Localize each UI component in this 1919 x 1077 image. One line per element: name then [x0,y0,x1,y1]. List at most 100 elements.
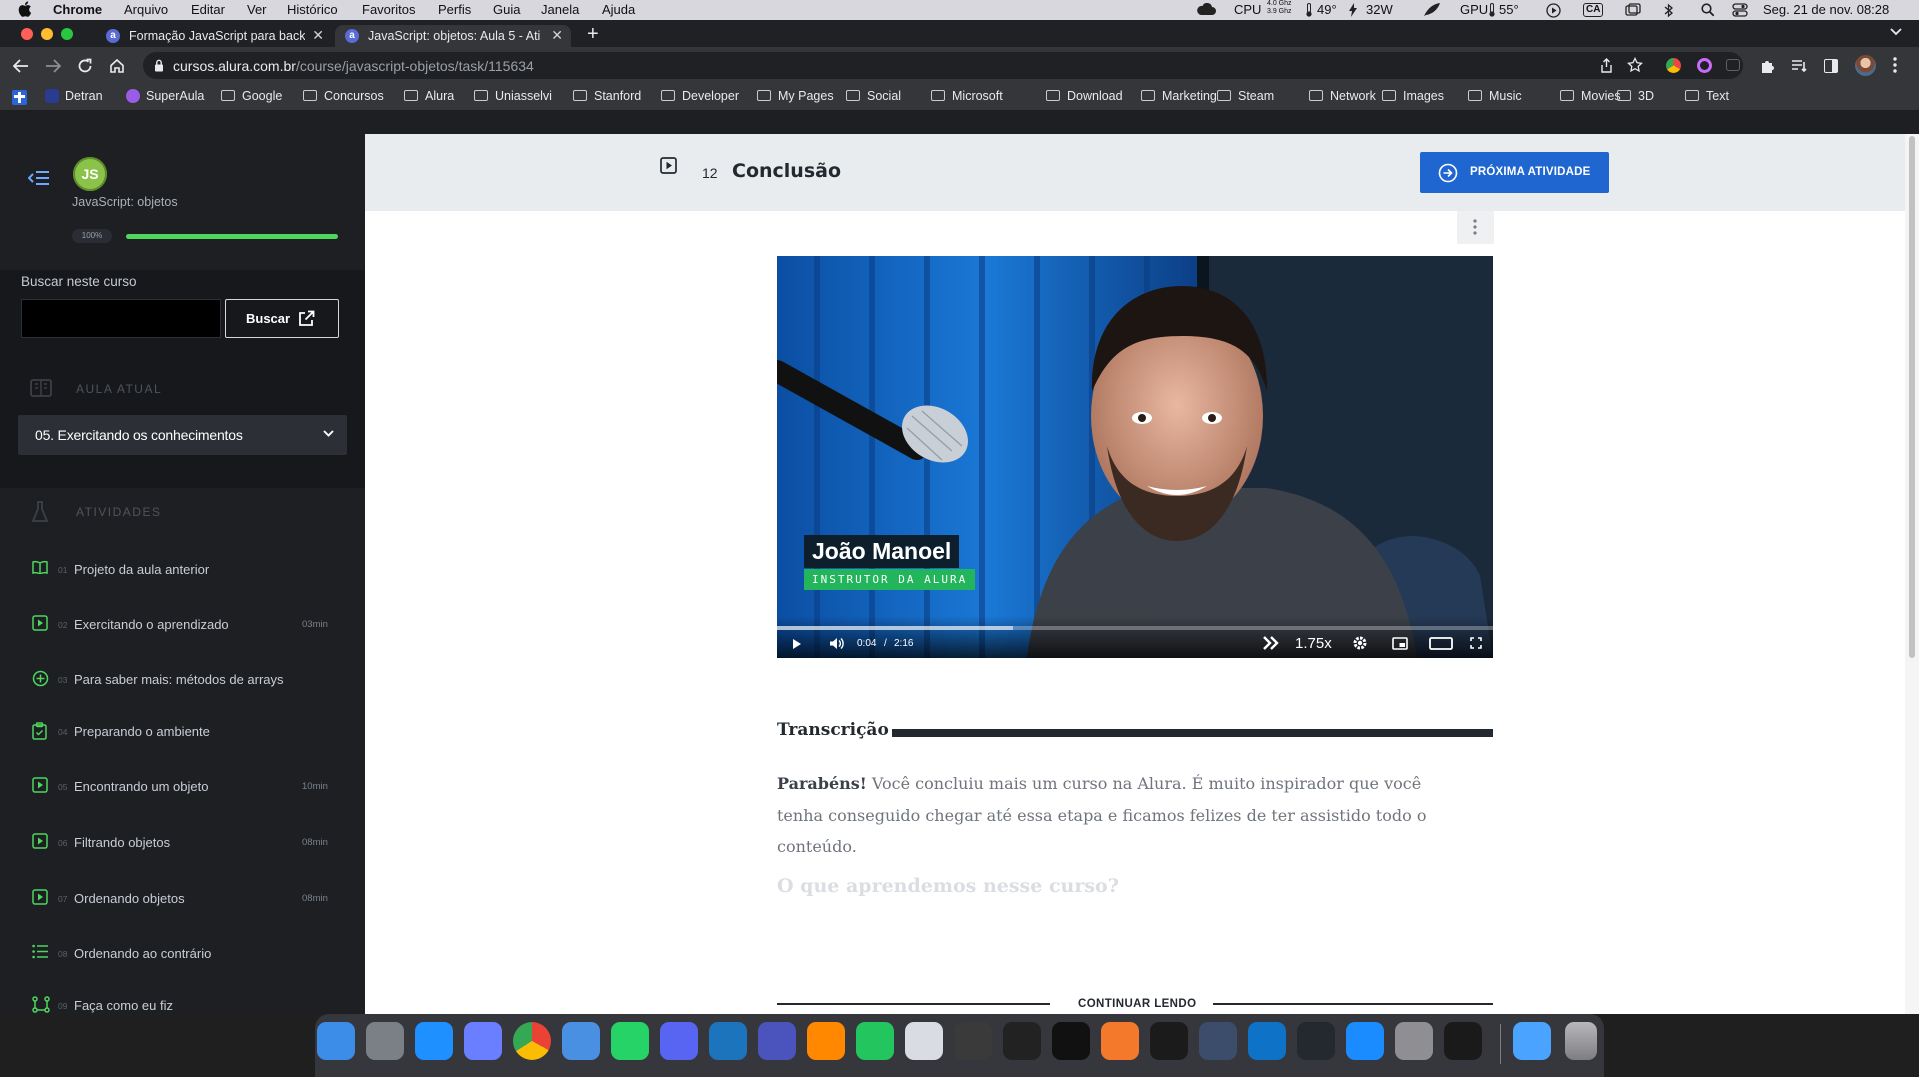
github-icon[interactable] [1297,1022,1335,1060]
activity-item[interactable]: 06 Filtrando objetos 08min [0,833,365,855]
telegram-icon[interactable] [709,1022,747,1060]
extension-icon[interactable] [1666,58,1681,73]
apps-icon[interactable] [12,90,27,105]
menu-ajuda[interactable]: Ajuda [602,2,635,17]
chrome-icon[interactable] [513,1022,551,1060]
activity-item[interactable]: 03 Para saber mais: métodos de arrays [0,670,365,692]
puzzle-icon[interactable] [1760,58,1776,74]
volume-icon[interactable] [829,637,844,650]
scrollbar-thumb[interactable] [1909,136,1915,658]
terminal-icon[interactable] [1444,1022,1482,1060]
search-icon[interactable] [1701,3,1715,17]
vpn-icon[interactable] [464,1022,502,1060]
bookmark-folder[interactable]: Concursos [303,89,384,103]
bookmark-folder[interactable]: Developer [661,89,739,103]
current-lesson-dropdown[interactable]: 05. Exercitando os conhecimentos [18,415,347,455]
search-input[interactable] [21,299,221,338]
launchpad-icon[interactable] [366,1022,404,1060]
video-player[interactable]: João Manoel INSTRUTOR DA ALURA 0:04 / 2:… [777,256,1493,658]
bookmark-folder[interactable]: Music [1468,89,1522,103]
bookmark-superaula[interactable]: SuperAula [126,89,204,103]
play-icon[interactable] [792,638,802,650]
bookmark-folder[interactable]: Stanford [573,89,641,103]
close-tab-icon[interactable]: ✕ [312,27,324,44]
settings-icon[interactable] [1395,1022,1433,1060]
menu-ver[interactable]: Ver [247,2,267,17]
bookmark-detran[interactable]: Detran [45,89,103,103]
next-activity-button[interactable]: PRÓXIMA ATIVIDADE [1420,152,1609,193]
play-circle-icon[interactable] [1546,3,1561,18]
activity-item[interactable]: 08 Ordenando ao contrário [0,944,365,966]
fusion-icon[interactable] [1199,1022,1237,1060]
teams-icon[interactable] [758,1022,796,1060]
whatsapp-icon[interactable] [611,1022,649,1060]
feather-icon[interactable] [1423,2,1441,17]
share-icon[interactable] [1600,58,1613,73]
bookmark-folder[interactable]: Marketing [1141,89,1217,103]
collapse-menu-icon[interactable] [28,170,50,186]
activity-item[interactable]: 01 Projeto da aula anterior [0,560,365,582]
finder-icon[interactable] [317,1022,355,1060]
activity-item[interactable]: 05 Encontrando um objeto 10min [0,777,365,799]
address-bar[interactable]: cursos.alura.com.br/course/javascript-ob… [143,52,1743,79]
menu-arquivo[interactable]: Arquivo [124,2,168,17]
tab-formacao[interactable]: a Formação JavaScript para back-end ✕ [96,25,332,47]
home-icon[interactable] [109,58,125,74]
minimize-window-button[interactable] [41,28,53,40]
menu-janela[interactable]: Janela [541,2,579,17]
menu-editar[interactable]: Editar [191,2,225,17]
settings-gear-icon[interactable] [1352,635,1368,651]
bookmark-folder[interactable]: Steam [1217,89,1274,103]
lock-icon[interactable] [154,59,164,72]
control-center-icon[interactable] [1732,3,1748,17]
fullscreen-icon[interactable] [1470,637,1482,649]
close-tab-icon[interactable]: ✕ [551,27,563,44]
extension-icon[interactable] [1726,59,1740,71]
menu-app-name[interactable]: Chrome [53,2,102,17]
course-name[interactable]: JavaScript: objetos [72,195,178,209]
cloud-icon[interactable] [1196,3,1216,16]
bookmark-folder[interactable]: My Pages [757,89,834,103]
clock[interactable]: Seg. 21 de nov. 08:28 [1763,2,1889,17]
bookmark-folder[interactable]: Network [1309,89,1376,103]
profile-avatar[interactable] [1855,55,1876,76]
playback-speed[interactable]: 1.75x [1295,635,1332,652]
back-icon[interactable] [13,59,29,73]
vectornator-icon[interactable] [1052,1022,1090,1060]
side-panel-icon[interactable] [1824,59,1838,73]
cpu-label[interactable]: CPU [1234,2,1261,17]
menu-guia[interactable]: Guia [493,2,520,17]
window-icon[interactable] [1625,3,1641,17]
vscode-icon[interactable] [1248,1022,1286,1060]
search-button[interactable]: Buscar [225,299,339,338]
activity-item[interactable]: 04 Preparando o ambiente [0,722,365,744]
course-logo[interactable]: JS [73,157,107,191]
reload-icon[interactable] [77,58,93,74]
bookmark-star-icon[interactable] [1627,57,1643,73]
forward-icon[interactable] [45,59,61,73]
theater-mode-icon[interactable] [1429,637,1453,650]
bookmark-folder[interactable]: Google [221,89,282,103]
video-progress-track[interactable] [777,626,1493,630]
gimp-icon[interactable] [954,1022,992,1060]
page-scrollbar[interactable] [1905,134,1919,1014]
activity-item[interactable]: 07 Ordenando objetos 08min [0,889,365,911]
bookmark-folder[interactable]: 3D [1617,89,1654,103]
activity-item[interactable]: 09 Faça como eu fiz [0,996,365,1018]
bookmark-folder[interactable]: Download [1046,89,1123,103]
more-options-button[interactable] [1457,210,1494,244]
bookmark-folder[interactable]: Images [1382,89,1444,103]
bookmark-folder[interactable]: Alura [404,89,454,103]
menu-historico[interactable]: Histórico [287,2,338,17]
blender-icon[interactable] [1101,1022,1139,1060]
reading-list-icon[interactable] [1791,59,1807,73]
more-menu-icon[interactable] [1893,57,1897,73]
zoom-window-button[interactable] [61,28,73,40]
close-window-button[interactable] [21,28,33,40]
bluetooth-icon[interactable] [1664,3,1674,18]
pip-icon[interactable] [1392,637,1408,650]
gpu-label[interactable]: GPU [1460,2,1488,17]
downloads-icon[interactable] [1513,1022,1551,1060]
phone-icon[interactable] [856,1022,894,1060]
bookmark-folder[interactable]: Uniasselvi [474,89,552,103]
